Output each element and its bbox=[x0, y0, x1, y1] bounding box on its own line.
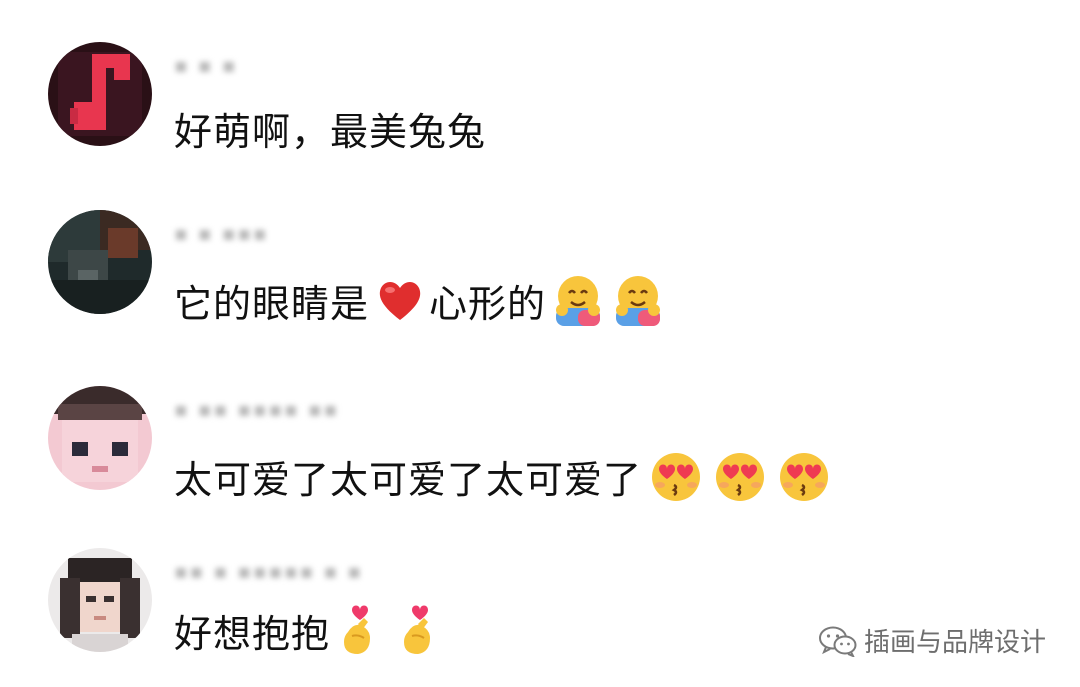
comment-item: ▪ ▪▪ ▪▪▪▪ ▪▪ 太可爱了太可爱了太可爱了 bbox=[48, 386, 1048, 502]
comment-text-row: 好想抱抱 bbox=[174, 600, 444, 660]
comment-item: ▪ ▪ ▪ 好萌啊，最美兔兔 bbox=[48, 42, 1048, 154]
finger-heart-icon bbox=[398, 602, 444, 658]
comment-text: 它的眼睛是 bbox=[174, 281, 370, 326]
cartoon-face-avatar-icon bbox=[48, 386, 152, 490]
person-photo-avatar-icon bbox=[48, 548, 152, 652]
username[interactable]: ▪ ▪ ▪▪▪ bbox=[174, 220, 269, 246]
comment-text: 好萌啊，最美兔兔 bbox=[174, 109, 487, 154]
dark-photo-avatar-icon bbox=[48, 210, 152, 314]
comment-text: 好想抱抱 bbox=[174, 611, 331, 656]
comment-text-after: 心形的 bbox=[429, 281, 547, 326]
comment-text-row: 太可爱了太可爱了太可爱了 bbox=[174, 446, 834, 506]
username[interactable]: ▪ ▪▪ ▪▪▪▪ ▪▪ bbox=[174, 396, 339, 422]
comment-text-row: 好萌啊，最美兔兔 bbox=[174, 98, 486, 158]
comment-text: 太可爱了太可爱了太可爱了 bbox=[174, 457, 643, 502]
music-note-avatar-icon bbox=[48, 42, 152, 146]
watermark: 插画与品牌设计 bbox=[818, 622, 1046, 659]
hugging-face-icon bbox=[610, 272, 666, 328]
avatar[interactable] bbox=[48, 42, 152, 146]
heart-eyes-kiss-face-icon bbox=[646, 447, 706, 505]
heart-eyes-kiss-face-icon bbox=[710, 447, 770, 505]
finger-heart-icon bbox=[338, 602, 384, 658]
comment-item: ▪ ▪ ▪▪▪ 它的眼睛是 心形的 bbox=[48, 210, 1048, 326]
wechat-icon bbox=[818, 626, 857, 657]
username[interactable]: ▪ ▪ ▪ bbox=[174, 52, 237, 78]
avatar[interactable] bbox=[48, 210, 152, 314]
heart-eyes-kiss-face-icon bbox=[774, 447, 834, 505]
hugging-face-icon bbox=[550, 272, 606, 328]
comment-list-screenshot: ▪ ▪ ▪ 好萌啊，最美兔兔 ▪ ▪ ▪▪▪ 它的眼睛是 心形的 ▪ ▪▪ ▪▪… bbox=[0, 0, 1080, 687]
avatar[interactable] bbox=[48, 548, 152, 652]
comment-text-row: 它的眼睛是 心形的 bbox=[174, 270, 666, 330]
username[interactable]: ▪▪ ▪ ▪▪▪▪▪ ▪ ▪ bbox=[174, 558, 363, 584]
avatar[interactable] bbox=[48, 386, 152, 490]
red-heart-icon bbox=[375, 275, 425, 325]
watermark-text: 插画与品牌设计 bbox=[863, 628, 1046, 658]
